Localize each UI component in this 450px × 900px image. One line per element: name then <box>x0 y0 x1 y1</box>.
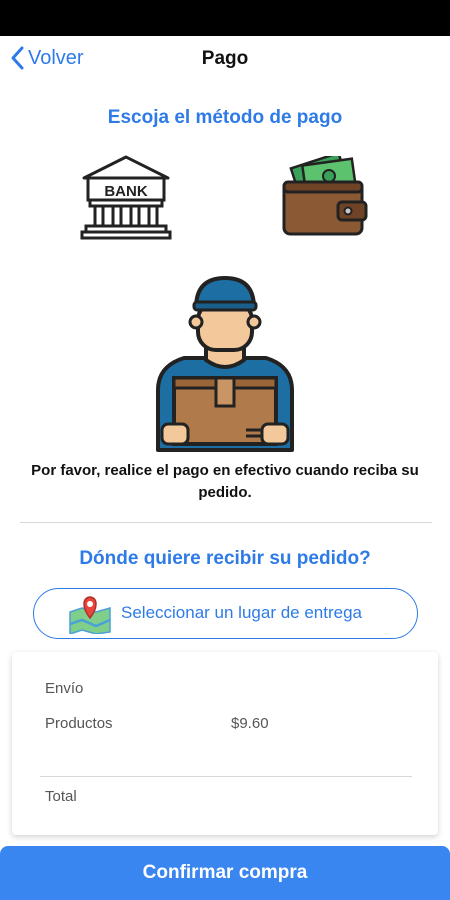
cash-payment-message: Por favor, realice el pago en efectivo c… <box>31 462 419 501</box>
select-delivery-location-label: Seleccionar un lugar de entrega <box>121 603 362 622</box>
divider <box>20 522 432 523</box>
map-pin-icon <box>69 596 111 634</box>
bank-payment-option[interactable]: BANK <box>80 154 172 245</box>
app-header: Volver Pago <box>0 36 450 86</box>
delivery-heading: Dónde quiere recibir su pedido? <box>79 548 371 569</box>
products-label: Productos <box>45 715 113 732</box>
total-label: Total <box>45 788 77 805</box>
status-bar <box>0 0 450 36</box>
courier-icon <box>156 276 294 452</box>
page-title: Pago <box>201 48 249 69</box>
wallet-icon <box>282 151 368 236</box>
confirm-purchase-button[interactable]: Confirmar compra <box>0 846 450 900</box>
summary-divider <box>40 776 412 777</box>
shipping-label: Envío <box>45 680 84 697</box>
select-delivery-location-button[interactable]: Seleccionar un lugar de entrega <box>33 588 418 639</box>
bank-icon-text: BANK <box>104 183 147 200</box>
products-value: $9.60 <box>231 715 269 732</box>
payment-method-heading: Escoja el método de pago <box>107 107 343 128</box>
delivery-person-illustration <box>150 274 300 457</box>
order-summary-card: Envío Productos $9.60 Total <box>12 652 438 835</box>
bank-icon: BANK <box>80 155 172 240</box>
cash-payment-option[interactable] <box>282 151 368 243</box>
